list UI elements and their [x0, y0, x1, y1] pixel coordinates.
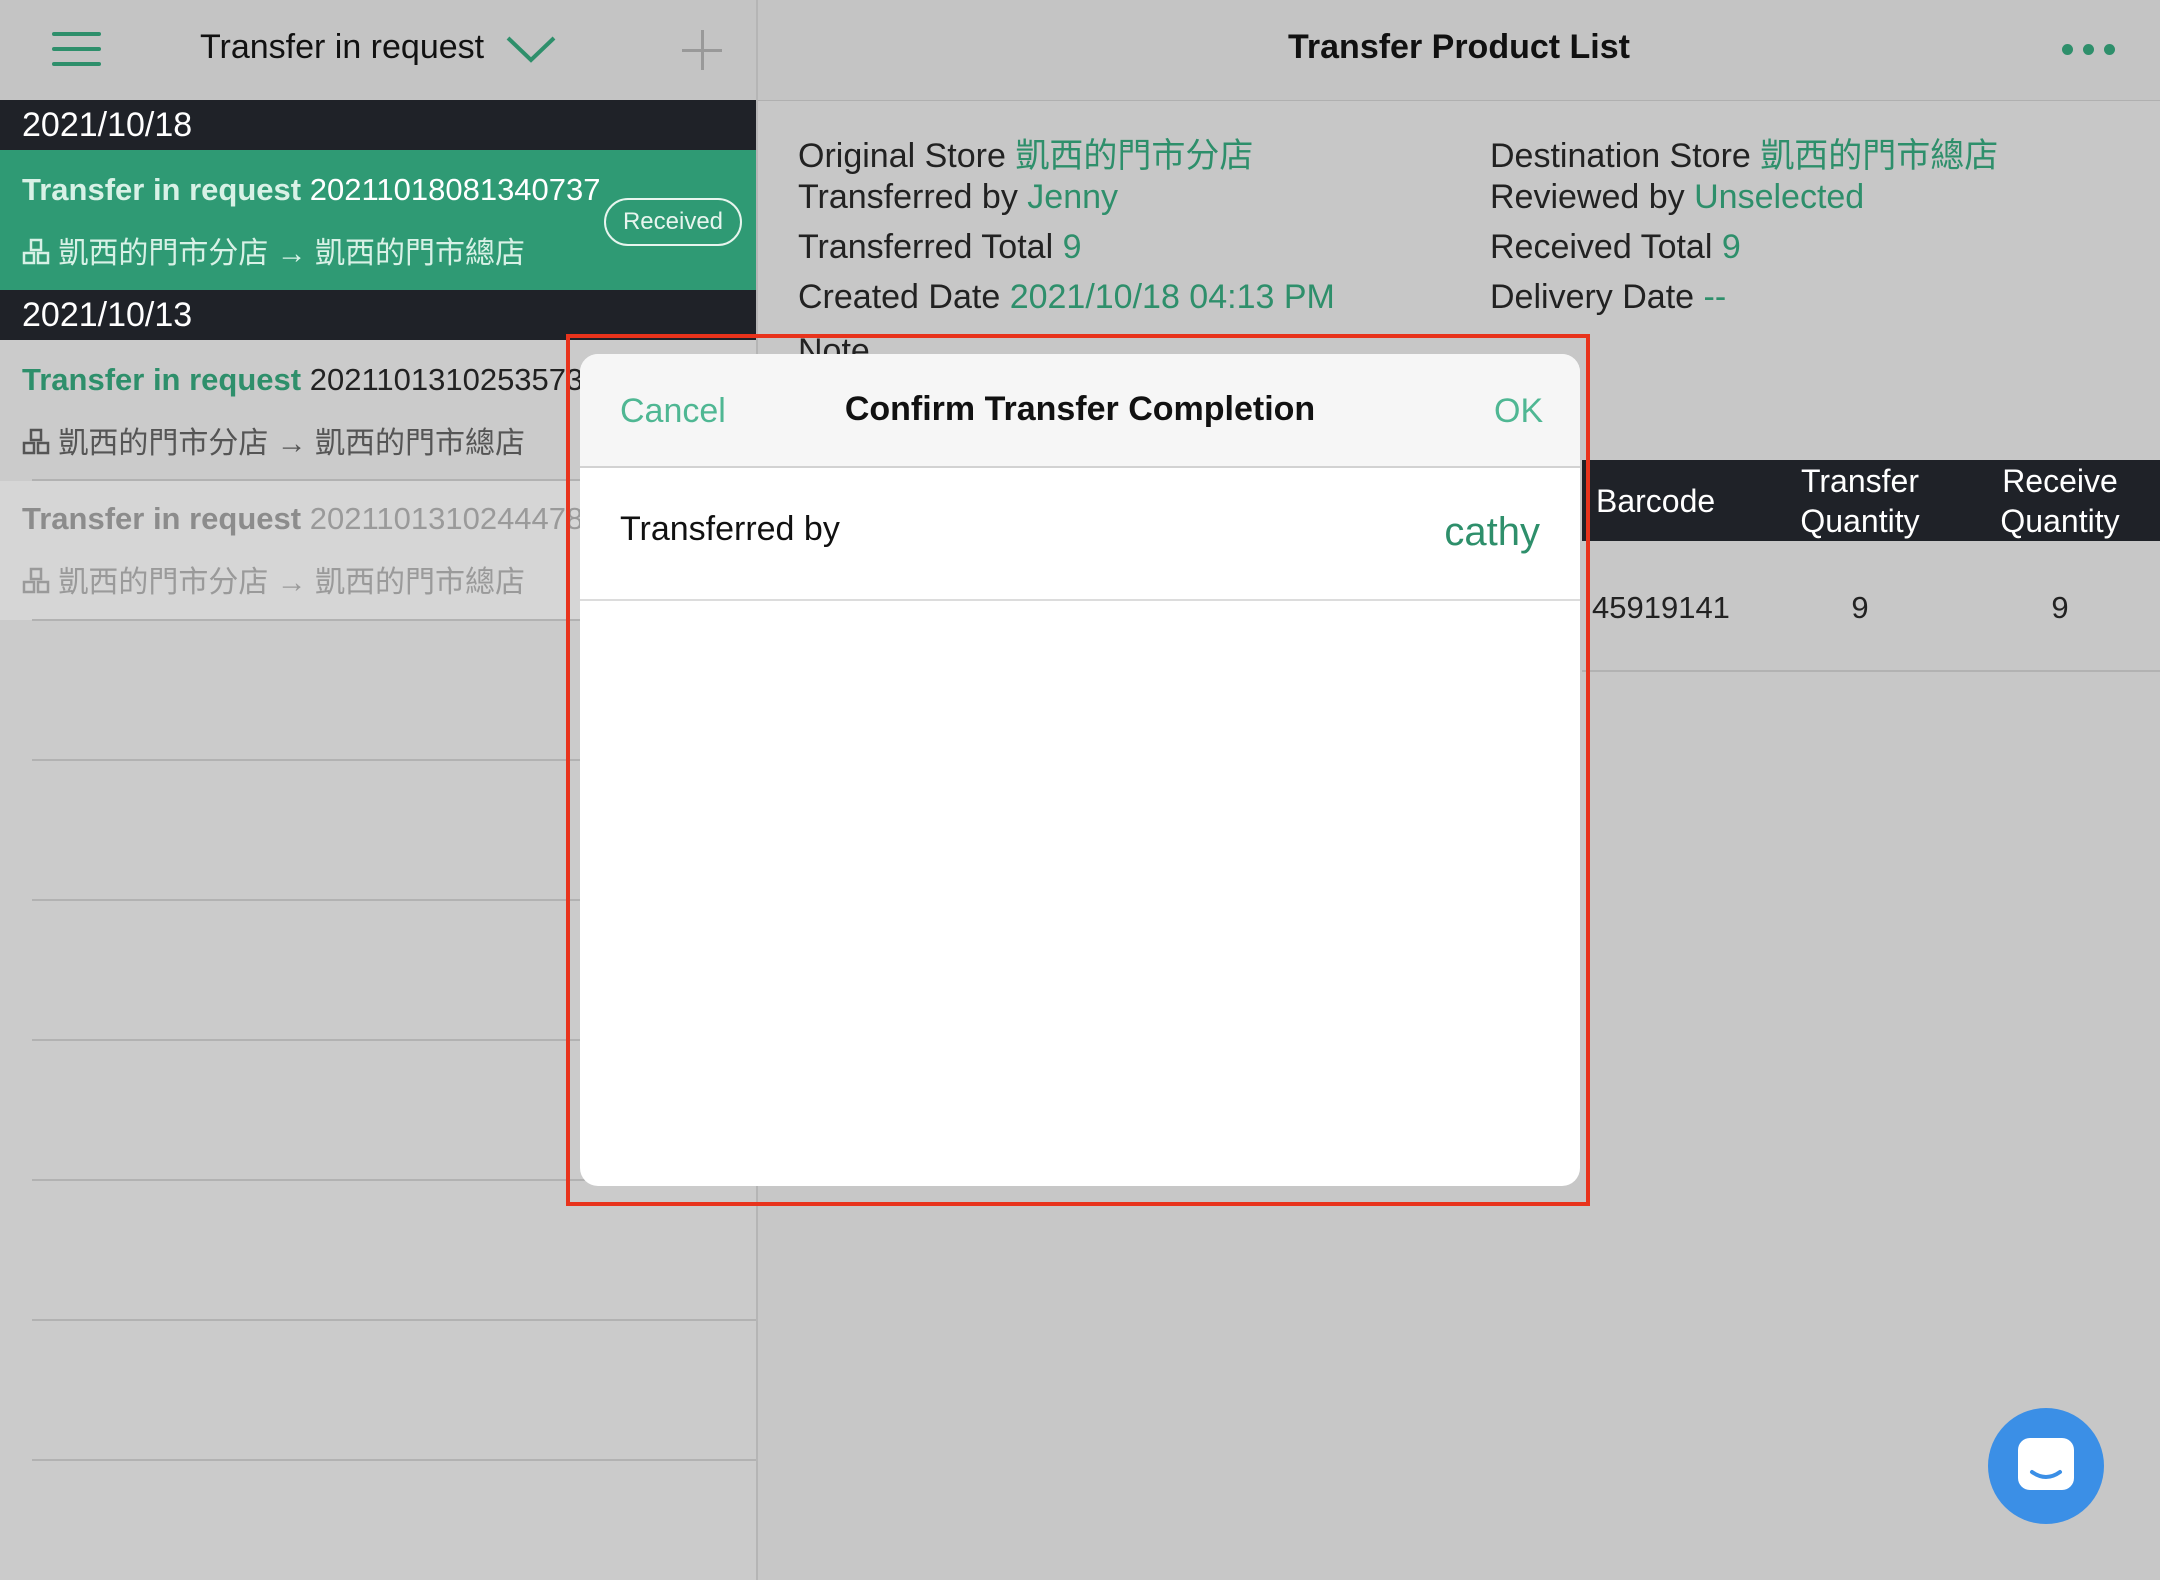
list-item-route: 凱西的門市分店 → 凱西的門市總店: [22, 557, 525, 601]
cell-barcode: 45919141: [1592, 590, 1730, 625]
divider: [32, 1459, 756, 1461]
status-badge: Received: [604, 198, 742, 246]
divider: [32, 1319, 756, 1321]
list-item-route: 凱西的門市分店 → 凱西的門市總店: [22, 418, 525, 462]
arrow-right-icon: →: [276, 566, 307, 599]
list-item-title: Transfer in request 20211013102535731: [22, 362, 601, 397]
created-date: Created Date 2021/10/18 04:13 PM: [798, 278, 1335, 316]
list-type-title[interactable]: Transfer in request: [200, 28, 484, 67]
store-icon: [22, 238, 50, 265]
list-item-title: Transfer in request 20211018081340737: [22, 172, 601, 207]
delivery-date: Delivery Date --: [1490, 278, 1727, 316]
more-icon[interactable]: [2062, 44, 2116, 56]
arrow-right-icon: →: [276, 237, 307, 270]
chevron-down-icon[interactable]: [505, 34, 557, 64]
reviewed-by[interactable]: Reviewed by Unselected: [1490, 178, 1864, 217]
list-item-route: 凱西的門市分店 → 凱西的門市總店: [22, 228, 525, 272]
page-title: Transfer Product List: [1288, 28, 1630, 66]
highlight-box: [566, 334, 1590, 1206]
chat-icon: [2018, 1438, 2074, 1490]
column-header-receive-quantity: Receive Quantity: [2000, 463, 2120, 539]
cell-receive-qty: 9: [2051, 590, 2069, 625]
date-section-header: 2021/10/13: [0, 290, 756, 340]
chat-button[interactable]: [1988, 1408, 2104, 1524]
arrow-right-icon: →: [276, 427, 307, 460]
transferred-by: Transferred by Jenny: [798, 178, 1119, 216]
menu-icon[interactable]: [52, 32, 101, 68]
cell-transfer-qty: 9: [1851, 590, 1869, 625]
original-store: Original Store 凱西的門市分店: [798, 137, 1254, 175]
store-icon: [22, 428, 50, 455]
column-header-barcode: Barcode: [1596, 483, 1716, 519]
date-section-header: 2021/10/18: [0, 100, 756, 150]
column-header-transfer-quantity: Transfer Quantity: [1800, 463, 1920, 539]
transferred-total: Transferred Total 9: [798, 228, 1082, 266]
store-icon: [22, 567, 50, 594]
list-item-title: Transfer in request 20211013102444781: [22, 501, 601, 536]
destination-store: Destination Store 凱西的門市總店: [1490, 137, 1999, 175]
divider: [1582, 670, 2160, 672]
plus-icon[interactable]: [682, 30, 722, 70]
received-total: Received Total 9: [1490, 228, 1741, 266]
